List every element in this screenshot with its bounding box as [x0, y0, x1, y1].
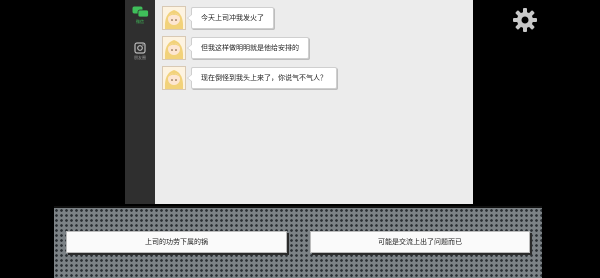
- avatar: [162, 66, 186, 90]
- dialogue-choice-panel: 上司的功劳下属的锅 可能是交流上出了问题而已: [54, 206, 542, 278]
- avatar: [162, 6, 186, 30]
- sidebar-item-label: 朋友圈: [134, 55, 146, 60]
- sidebar-item-moments[interactable]: 朋友圈: [125, 42, 155, 61]
- choice-button-1[interactable]: 上司的功劳下属的锅: [66, 231, 287, 253]
- message-bubble: 今天上司冲我发火了: [187, 7, 274, 29]
- message-bubble: 但我这样做明明就是他给安排的: [187, 37, 309, 59]
- choice-button-2[interactable]: 可能是交流上出了问题而已: [310, 231, 530, 253]
- chat-bubble-icon: [132, 6, 149, 18]
- app-sidebar: 微信 朋友圈: [125, 0, 155, 204]
- avatar: [162, 36, 186, 60]
- gear-icon[interactable]: [512, 7, 538, 33]
- sidebar-item-chat[interactable]: 微信: [125, 6, 155, 25]
- message-bubble: 现在倒怪到我头上来了，你说气不气人？: [187, 67, 337, 89]
- camera-icon: [134, 42, 146, 54]
- chat-window: 今天上司冲我发火了 但我这样做明明就是他给安排的 现在倒怪到我头上来了，你说气不…: [155, 0, 473, 204]
- sidebar-item-label: 微信: [136, 19, 144, 24]
